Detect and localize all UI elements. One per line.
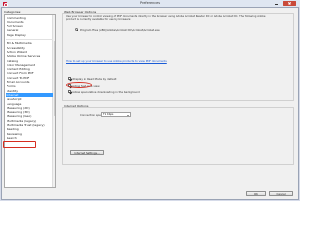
ok-button[interactable]: OK bbox=[246, 191, 266, 196]
internet-settings-button[interactable]: Internet Settings... bbox=[70, 150, 104, 155]
web-browser-options-group bbox=[62, 13, 294, 101]
fast-web-view-highlight-annotation bbox=[66, 82, 92, 88]
read-mode-checkbox[interactable] bbox=[68, 77, 71, 80]
browser-setup-help-link[interactable]: How to set up your browser to use Adobe … bbox=[66, 59, 167, 63]
program-path-label: Program Files (x86)\Adobe\Acrobat DC\Acr… bbox=[80, 28, 160, 33]
web-browser-description: Use your browser to control viewing of P… bbox=[66, 15, 266, 22]
preferences-window: Preferences Categories: Commenting Docume… bbox=[0, 0, 300, 201]
categories-list[interactable]: Commenting Documents Full Screen General Pag… bbox=[4, 14, 56, 188]
connection-speed-select[interactable]: T1 Kbps bbox=[101, 112, 131, 117]
speculative-download-label: Allow speculative downloading in the bac… bbox=[73, 90, 140, 95]
cancel-button[interactable]: Cancel bbox=[269, 191, 293, 196]
window-title: Preferences bbox=[140, 1, 160, 5]
program-radio[interactable] bbox=[75, 28, 78, 31]
read-mode-label: Display in Read Mode by default bbox=[73, 77, 117, 82]
chevron-down-icon bbox=[127, 114, 130, 116]
minimize-icon[interactable] bbox=[273, 2, 279, 6]
category-item[interactable]: Page Display bbox=[7, 33, 53, 37]
title-bar: Preferences bbox=[0, 0, 300, 7]
speculative-download-checkbox[interactable] bbox=[68, 90, 71, 93]
connection-speed-value: T1 Kbps bbox=[103, 113, 114, 116]
close-icon[interactable] bbox=[283, 1, 296, 6]
scrollbar-thumb[interactable] bbox=[53, 41, 55, 116]
internet-highlight-annotation bbox=[3, 141, 36, 148]
category-item[interactable]: Search bbox=[7, 136, 53, 140]
